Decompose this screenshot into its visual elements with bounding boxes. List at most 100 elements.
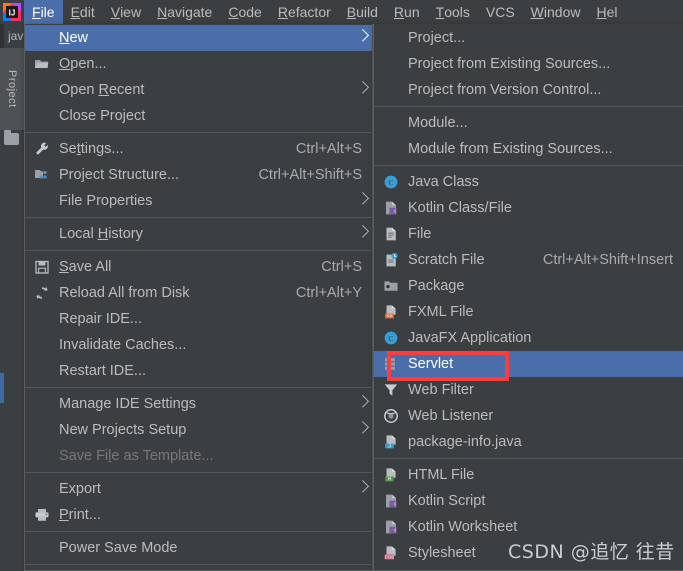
menu-separator — [25, 472, 372, 473]
menu-separator — [25, 564, 372, 565]
svg-text:H: H — [388, 477, 392, 483]
menubar-item-tools[interactable]: Tools — [428, 0, 478, 24]
new-menu-item-java-class[interactable]: C Java Class — [374, 169, 683, 195]
menu-item-icon-slot — [29, 77, 55, 103]
file-menu-item-file-properties[interactable]: File Properties — [25, 188, 372, 214]
menubar-item-code[interactable]: Code — [220, 0, 269, 24]
menu-item-label: Module from Existing Sources... — [408, 141, 613, 157]
new-menu-item-package[interactable]: Package — [374, 273, 683, 299]
new-menu-item-module[interactable]: Module... — [374, 110, 683, 136]
menu-item-shortcut: Ctrl+Alt+Y — [295, 285, 362, 301]
html-file-icon: H — [378, 462, 404, 488]
menu-separator — [374, 458, 683, 459]
menu-separator — [25, 250, 372, 251]
new-menu-item-web-filter[interactable]: Web Filter — [374, 377, 683, 403]
file-menu-item-manage-ide-settings[interactable]: Manage IDE Settings — [25, 391, 372, 417]
printer-icon — [29, 502, 55, 528]
menu-item-label: Project Structure... — [59, 167, 180, 183]
new-menu-item-project-from-version-control[interactable]: Project from Version Control... — [374, 77, 683, 103]
menubar-item-hel[interactable]: Hel — [588, 0, 625, 24]
new-menu-item-file[interactable]: File — [374, 221, 683, 247]
new-menu-item-fxml-file[interactable]: <> FXML File — [374, 299, 683, 325]
ide-window: Project jav IJ File Edit View Navigate Code R… — [0, 0, 683, 571]
svg-text:IJ: IJ — [9, 8, 16, 17]
menu-item-icon-slot — [378, 110, 404, 136]
menu-item-icon-slot — [29, 25, 55, 51]
file-menu-item-restart-ide[interactable]: Restart IDE... — [25, 358, 372, 384]
new-menu-item-scratch-file[interactable]: Scratch File Ctrl+Alt+Shift+Insert — [374, 247, 683, 273]
menu-item-label: Open... — [59, 56, 107, 72]
kotlin-file-icon — [378, 488, 404, 514]
file-menu-item-project-structure[interactable]: Project Structure... Ctrl+Alt+Shift+S — [25, 162, 372, 188]
svg-text:C: C — [388, 178, 393, 187]
file-menu-item-new[interactable]: New — [25, 25, 372, 51]
new-menu-item-project[interactable]: Project... — [374, 25, 683, 51]
kotlin-file-icon — [378, 195, 404, 221]
menu-item-icon-slot — [29, 391, 55, 417]
new-menu-item-kotlin-script[interactable]: Kotlin Script — [374, 488, 683, 514]
menubar-item-window[interactable]: Window — [523, 0, 589, 24]
new-menu-item-module-from-existing-sources[interactable]: Module from Existing Sources... — [374, 136, 683, 162]
menu-separator — [25, 217, 372, 218]
file-menu-item-save-all[interactable]: Save All Ctrl+S — [25, 254, 372, 280]
new-menu-item-javafx-application[interactable]: C JavaFX Application — [374, 325, 683, 351]
file-menu-item-save-file-as-template: Save File as Template... — [25, 443, 372, 469]
menu-item-label: Restart IDE... — [59, 363, 147, 379]
file-menu-item-settings[interactable]: Settings... Ctrl+Alt+S — [25, 136, 372, 162]
new-menu-item-html-file[interactable]: H HTML File — [374, 462, 683, 488]
menu-item-label: Repair IDE... — [59, 311, 142, 327]
file-menu-item-open[interactable]: Open... — [25, 51, 372, 77]
menu-item-label: FXML File — [408, 304, 474, 320]
menu-item-label: Scratch File — [408, 252, 485, 268]
menubar-item-edit[interactable]: Edit — [63, 0, 103, 24]
menubar-item-refactor[interactable]: Refactor — [270, 0, 339, 24]
new-menu-item-package-info-java[interactable]: Jpackage-info.java — [374, 429, 683, 455]
menubar-item-vcs[interactable]: VCS — [478, 0, 523, 24]
save-icon — [29, 254, 55, 280]
menubar-item-build[interactable]: Build — [339, 0, 386, 24]
file-menu-item-open-recent[interactable]: Open Recent — [25, 77, 372, 103]
css-file-icon: CSS — [378, 540, 404, 566]
scratch-file-icon — [378, 247, 404, 273]
menu-item-label: Package — [408, 278, 465, 294]
folder-icon — [4, 130, 19, 145]
menu-item-icon-slot — [378, 77, 404, 103]
menubar-item-navigate[interactable]: Navigate — [149, 0, 220, 24]
file-menu-item-repair-ide[interactable]: Repair IDE... — [25, 306, 372, 332]
menu-item-label: Invalidate Caches... — [59, 337, 187, 353]
menu-item-icon-slot — [29, 417, 55, 443]
tool-window-tab-label: Project — [6, 70, 18, 108]
menu-item-label: Kotlin Class/File — [408, 200, 512, 216]
menu-item-icon-slot — [378, 25, 404, 51]
file-menu-item-export[interactable]: Export — [25, 476, 372, 502]
new-menu-item-kotlin-class-file[interactable]: Kotlin Class/File — [374, 195, 683, 221]
file-menu-item-close-project[interactable]: Close Project — [25, 103, 372, 129]
file-menu-item-invalidate-caches[interactable]: Invalidate Caches... — [25, 332, 372, 358]
menu-separator — [25, 531, 372, 532]
web-listener-icon — [378, 403, 404, 429]
menu-item-label: New Projects Setup — [59, 422, 187, 438]
menu-item-label: Servlet — [408, 356, 454, 372]
menubar-item-run[interactable]: Run — [386, 0, 428, 24]
menu-item-label: Save All — [59, 259, 112, 275]
new-menu-item-web-listener[interactable]: Web Listener — [374, 403, 683, 429]
menu-separator — [374, 165, 683, 166]
file-menu-item-new-projects-setup[interactable]: New Projects Setup — [25, 417, 372, 443]
wrench-icon — [29, 136, 55, 162]
fxml-file-icon: <> — [378, 299, 404, 325]
file-menu-item-reload-all-from-disk[interactable]: Reload All from Disk Ctrl+Alt+Y — [25, 280, 372, 306]
menu-item-label: HTML File — [408, 467, 475, 483]
menu-item-icon-slot — [29, 103, 55, 129]
menu-item-icon-slot — [29, 188, 55, 214]
menubar-item-file[interactable]: File — [24, 0, 63, 24]
menu-item-label: Close Project — [59, 108, 146, 124]
new-menu-item-project-from-existing-sources[interactable]: Project from Existing Sources... — [374, 51, 683, 77]
new-menu-item-servlet[interactable]: Servlet — [374, 351, 683, 377]
project-structure-icon — [29, 162, 55, 188]
menu-item-label: Open Recent — [59, 82, 145, 98]
file-menu-item-power-save-mode[interactable]: Power Save Mode — [25, 535, 372, 561]
file-menu-item-print[interactable]: Print... — [25, 502, 372, 528]
menu-separator — [374, 106, 683, 107]
file-menu-item-local-history[interactable]: Local History — [25, 221, 372, 247]
menubar-item-view[interactable]: View — [103, 0, 149, 24]
